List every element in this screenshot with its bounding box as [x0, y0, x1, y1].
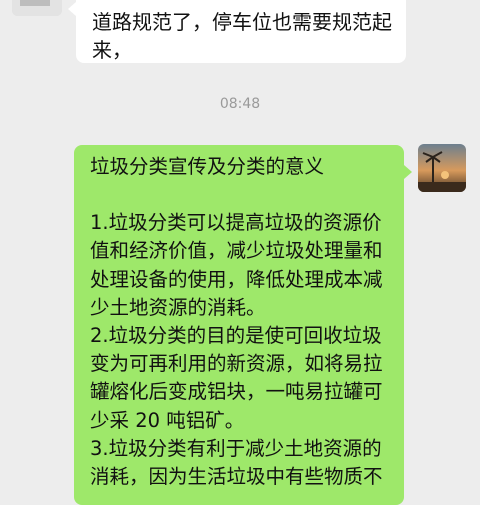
message-text-line: 值和经济价值，减少垃圾处理量和: [90, 239, 383, 263]
message-title: 垃圾分类宣传及分类的意义: [90, 155, 325, 178]
outgoing-message-bubble[interactable]: 垃圾分类宣传及分类的意义 1.垃圾分类可以提高垃圾的资源价 值和经济价值，减少垃…: [74, 145, 412, 505]
message-text-line: 少土地资源的消耗。: [90, 295, 266, 319]
message-text-line: 罐熔化后变成铝块，一吨易拉罐可: [90, 380, 383, 404]
message-text-line: 来，: [92, 38, 132, 62]
user-avatar[interactable]: [418, 144, 466, 192]
message-text-line: 2.垃圾分类的目的是使可回收垃圾: [90, 324, 382, 348]
message-text-line: 少采 20 吨铝矿。: [90, 408, 245, 432]
message-text-line: 道路规范了，停车位也需要规范起: [92, 10, 392, 34]
incoming-message-bubble[interactable]: 道路规范了，停车位也需要规范起 来，: [68, 0, 406, 63]
message-text-line: 消耗，因为生活垃圾中有些物质不: [90, 465, 383, 489]
message-timestamp: 08:48: [219, 96, 261, 112]
sender-avatar[interactable]: [12, 0, 62, 16]
message-text-line: 处理设备的使用，降低处理成本减: [90, 267, 383, 291]
message-text-line: 变为可再利用的新资源，如将易拉: [90, 352, 383, 376]
message-text-line: 1.垃圾分类可以提高垃圾的资源价: [90, 211, 382, 235]
message-text-line: 3.垃圾分类有利于减少土地资源的: [90, 436, 382, 460]
